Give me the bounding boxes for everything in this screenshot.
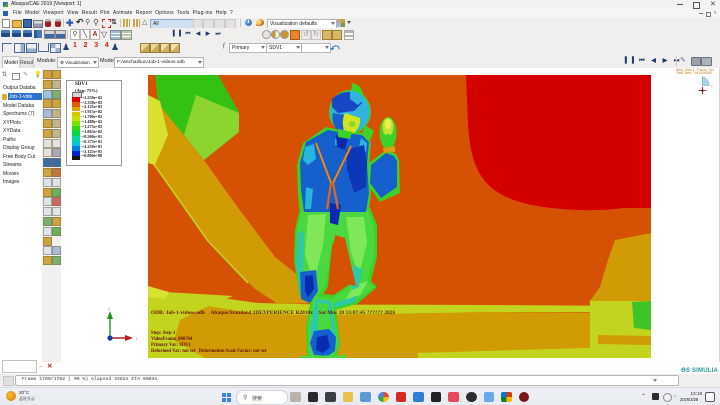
svg-text:z: z (711, 84, 713, 88)
svg-text:Deformed Var: not set Deform: Deformed Var: not set Deformation Scale … (151, 349, 267, 354)
svg-text:ODB: Job-1-videos.odb Abaqu: ODB: Job-1-videos.odb Abaqus/Standard 3D… (151, 310, 395, 316)
svg-text:Primary Var: SDV1: Primary Var: SDV1 (151, 343, 191, 348)
svg-text:Step: Step-1: Step: Step-1 (151, 331, 176, 336)
svg-text:2: 2 (108, 306, 111, 311)
svg-text:VideoFrame_000744: VideoFrame_000744 (151, 337, 193, 342)
svg-text:1: 1 (135, 336, 138, 341)
